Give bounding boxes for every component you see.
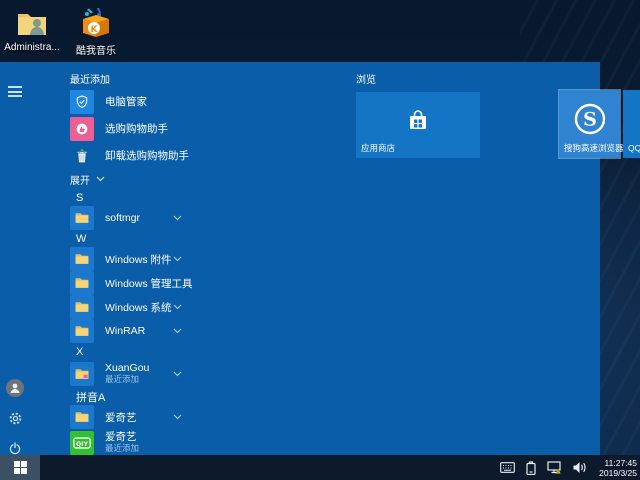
hamburger-menu-button[interactable] [8, 86, 22, 97]
folder-row-winrar[interactable]: WinRAR [30, 319, 190, 343]
start-menu-app-list: 最近添加 电脑管家 选购购物助手 卸载选购 [30, 62, 190, 455]
folder-icon [70, 405, 94, 429]
folder-icon [70, 295, 94, 319]
app-row-xuangou-assistant[interactable]: 选购购物助手 [30, 115, 190, 142]
clock-date: 2019/3/25 [599, 468, 637, 478]
taskbar: ! 11:27:45 2019/3/25 [0, 455, 640, 480]
windows-logo-icon [14, 461, 27, 474]
start-menu-tiles: 浏览 应用商店 S 搜狗高速浏览器 [190, 62, 600, 455]
start-button[interactable] [0, 455, 40, 480]
gear-icon [8, 411, 23, 426]
folder-icon [70, 247, 94, 271]
recent-added-tag: 最近添加 [105, 374, 149, 385]
desktop-icon-label: Administra... [4, 42, 60, 53]
hand-badge-icon [70, 117, 94, 141]
recent-added-header: 最近添加 [30, 62, 190, 88]
app-row-pc-manager[interactable]: 电脑管家 [30, 88, 190, 115]
chevron-down-icon [173, 371, 182, 377]
expand-button[interactable]: 展开 [30, 169, 190, 189]
power-icon [8, 441, 22, 455]
section-letter-s[interactable]: S [30, 189, 190, 206]
app-row-uninstall-xuangou[interactable]: 卸载选购购物助手 [30, 142, 190, 169]
chevron-down-icon [173, 215, 182, 221]
user-account-button[interactable] [5, 378, 25, 398]
start-menu: 最近添加 电脑管家 选购购物助手 卸载选购 [0, 62, 600, 455]
tile-group-header-browse[interactable]: 浏览 [356, 71, 376, 86]
user-folder-icon [15, 6, 49, 40]
section-letter-pinyin-a[interactable]: 拼音A [30, 388, 190, 405]
start-menu-rail [0, 62, 30, 455]
desktop-icon-label: 酷我音乐 [76, 42, 116, 57]
folder-row-softmgr[interactable]: softmgr [30, 206, 190, 230]
chevron-down-icon [96, 176, 105, 182]
system-tray: ! 11:27:45 2019/3/25 [499, 458, 640, 478]
folder-icon [70, 362, 94, 386]
chevron-down-icon [173, 414, 182, 420]
folder-row-xuangou[interactable]: XuanGou 最近添加 [30, 360, 190, 388]
folder-row-iqiyi[interactable]: 爱奇艺 [30, 405, 190, 429]
sogou-browser-icon: S [573, 102, 607, 136]
section-letter-w[interactable]: W [30, 230, 190, 247]
folder-icon [70, 206, 94, 230]
tile-qq-browser[interactable]: QQ浏览器 [623, 90, 640, 158]
trash-recycle-icon [70, 144, 94, 168]
section-letter-x[interactable]: X [30, 343, 190, 360]
store-bag-icon [405, 107, 431, 133]
chevron-down-icon [173, 304, 182, 310]
folder-icon [70, 271, 94, 295]
folder-row-windows-system[interactable]: Windows 系统 [30, 295, 190, 319]
user-avatar-icon [6, 379, 24, 397]
folder-row-windows-admin-tools[interactable]: Windows 管理工具 [30, 271, 190, 295]
svg-text:K: K [91, 25, 99, 35]
iqiyi-icon: QIY [70, 431, 94, 455]
taskbar-clock[interactable]: 11:27:45 2019/3/25 [595, 458, 637, 478]
network-warning-icon[interactable]: ! [547, 460, 563, 476]
desktop-icon-kuwo-music[interactable]: K 酷我音乐 [70, 6, 122, 57]
recent-added-tag: 最近添加 [105, 443, 139, 454]
app-row-iqiyi[interactable]: QIY 爱奇艺 最近添加 [30, 429, 190, 457]
tile-sogou-browser[interactable]: S 搜狗高速浏览器 [559, 90, 620, 158]
settings-button[interactable] [5, 408, 25, 428]
chevron-down-icon [173, 256, 182, 262]
svg-text:QIY: QIY [76, 441, 88, 448]
tile-app-store[interactable]: 应用商店 [356, 92, 480, 158]
touch-keyboard-icon[interactable] [499, 460, 515, 476]
volume-icon[interactable] [571, 460, 587, 476]
desktop-icons: Administra... K 酷我音乐 [6, 6, 122, 57]
folder-icon [70, 319, 94, 343]
shield-check-icon [70, 90, 94, 114]
folder-row-windows-accessories[interactable]: Windows 附件 [30, 247, 190, 271]
clock-time: 11:27:45 [599, 458, 637, 468]
svg-text:S: S [583, 108, 597, 130]
chevron-down-icon [173, 328, 182, 334]
usb-device-icon[interactable] [523, 460, 539, 476]
svg-text:!: ! [557, 469, 559, 475]
desktop-icon-administrator[interactable]: Administra... [6, 6, 58, 57]
kuwo-music-icon: K [79, 6, 113, 40]
